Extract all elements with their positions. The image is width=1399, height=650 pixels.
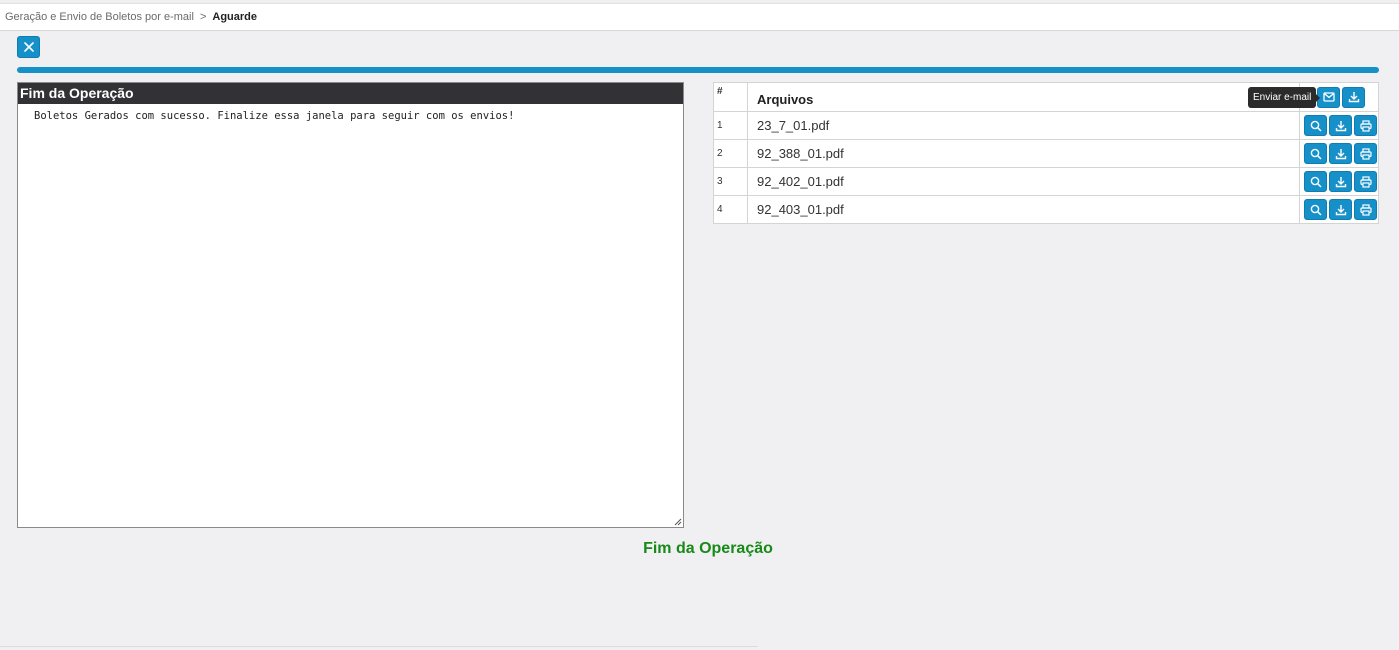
print-icon [1359, 175, 1372, 188]
download-icon [1335, 120, 1346, 131]
table-row: 3 92_402_01.pdf [713, 167, 1379, 196]
table-row: 1 23_7_01.pdf [713, 111, 1379, 140]
print-button[interactable] [1354, 143, 1377, 164]
breadcrumb-current: Aguarde [212, 11, 257, 23]
send-email-button[interactable] [1317, 86, 1340, 108]
email-icon [1322, 92, 1335, 102]
download-icon [1335, 176, 1346, 187]
print-button[interactable] [1354, 199, 1377, 220]
search-icon [1310, 148, 1322, 160]
print-icon [1359, 203, 1372, 216]
download-button[interactable] [1329, 143, 1352, 164]
close-button[interactable] [17, 36, 40, 58]
progress-bar [17, 67, 1379, 73]
log-panel-title: Fim da Operação [18, 83, 683, 104]
print-icon [1359, 119, 1372, 132]
row-number: 2 [713, 139, 748, 168]
view-button[interactable] [1304, 115, 1327, 136]
email-tooltip: Enviar e-mail [1248, 87, 1321, 108]
row-number: 3 [713, 167, 748, 196]
resize-grip-icon[interactable] [673, 517, 682, 526]
search-icon [1310, 120, 1322, 132]
row-actions [1299, 195, 1379, 224]
breadcrumb-separator: > [199, 11, 207, 23]
column-header-number: # [713, 82, 748, 112]
download-button[interactable] [1329, 199, 1352, 220]
close-icon [23, 42, 34, 52]
row-number: 4 [713, 195, 748, 224]
divider [0, 646, 758, 647]
download-all-button[interactable] [1342, 86, 1365, 108]
download-icon [1335, 204, 1346, 215]
row-actions [1299, 139, 1379, 168]
download-icon [1348, 92, 1359, 103]
row-actions [1299, 111, 1379, 140]
breadcrumb: Geração e Envio de Boletos por e-mail > … [0, 3, 1399, 31]
print-button[interactable] [1354, 171, 1377, 192]
download-icon [1335, 148, 1346, 159]
view-button[interactable] [1304, 171, 1327, 192]
file-name: 92_388_01.pdf [747, 139, 1300, 168]
row-actions [1299, 167, 1379, 196]
table-row: 4 92_403_01.pdf [713, 195, 1379, 224]
log-panel: Fim da Operação Boletos Gerados com suce… [17, 82, 684, 528]
log-textarea[interactable]: Boletos Gerados com sucesso. Finalize es… [18, 104, 683, 122]
row-number: 1 [713, 111, 748, 140]
column-header-files: Arquivos [747, 82, 1300, 112]
download-button[interactable] [1329, 115, 1352, 136]
print-icon [1359, 147, 1372, 160]
file-name: 92_402_01.pdf [747, 167, 1300, 196]
status-message: Fim da Operação [643, 540, 773, 557]
breadcrumb-parent[interactable]: Geração e Envio de Boletos por e-mail [5, 11, 194, 23]
print-button[interactable] [1354, 115, 1377, 136]
table-row: 2 92_388_01.pdf [713, 139, 1379, 168]
download-button[interactable] [1329, 171, 1352, 192]
search-icon [1310, 204, 1322, 216]
view-button[interactable] [1304, 143, 1327, 164]
view-button[interactable] [1304, 199, 1327, 220]
search-icon [1310, 176, 1322, 188]
file-name: 92_403_01.pdf [747, 195, 1300, 224]
file-name: 23_7_01.pdf [747, 111, 1300, 140]
